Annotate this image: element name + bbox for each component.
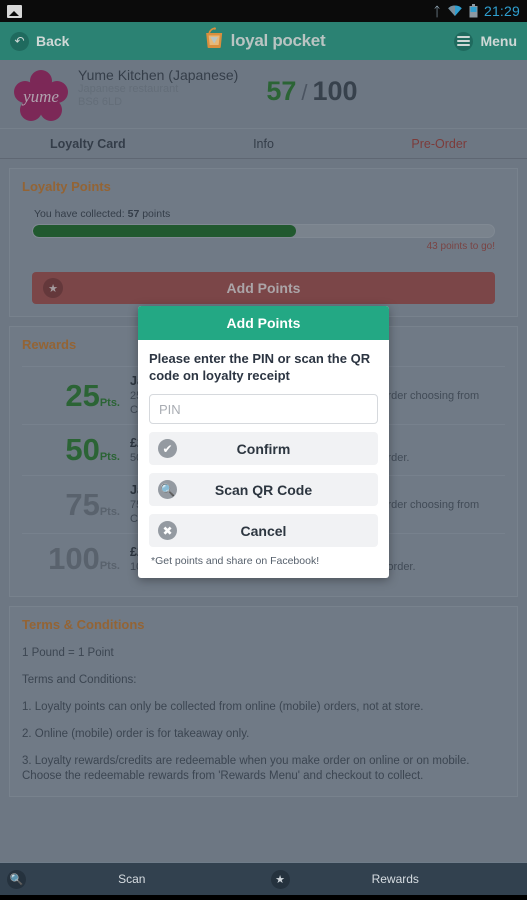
collected-suffix: points xyxy=(139,208,171,220)
points-to-go: 43 points to go! xyxy=(426,241,495,252)
pin-input[interactable] xyxy=(149,394,378,424)
points-max: 100 xyxy=(312,76,358,106)
progress-bar-fill xyxy=(33,225,296,237)
brand-name: loyal pocket xyxy=(230,31,326,50)
reward-points-value: 25 xyxy=(65,377,100,413)
collected-value: 57 xyxy=(127,208,140,220)
terms-title: Terms & Conditions xyxy=(22,617,145,632)
status-clock: 21:29 xyxy=(483,3,520,19)
loyalpocket-logo-icon xyxy=(202,26,226,56)
tabbar-rewards-label: Rewards xyxy=(371,872,419,886)
dialog-message: Please enter the PIN or scan the QR code… xyxy=(149,351,371,383)
hamburger-icon xyxy=(454,31,474,51)
restaurant-category: Japanese restaurant xyxy=(78,83,179,95)
menu-button-label: Menu xyxy=(480,33,517,49)
app-header: ↶ Back loyal pocket Menu xyxy=(0,22,527,60)
collected-prefix: You have collected: xyxy=(34,208,128,220)
bottom-tab-bar: 🔍 Scan ★ Rewards xyxy=(0,862,527,895)
back-button-label: Back xyxy=(36,33,70,49)
status-bar: ᛏ 21:29 xyxy=(0,0,527,22)
reward-points-unit: Pts. xyxy=(99,451,120,463)
reward-points: 25Pts. xyxy=(22,378,130,414)
loyalty-points-card: Loyalty Points You have collected: 57 po… xyxy=(9,168,518,317)
terms-card: Terms & Conditions 1 Pound = 1 Point Ter… xyxy=(9,606,518,797)
cancel-button[interactable]: ✖ Cancel xyxy=(149,514,378,547)
terms-paragraph: 1 Pound = 1 Point xyxy=(22,647,114,659)
tab-loyalty-card[interactable]: Loyalty Card xyxy=(0,129,176,158)
tabbar-scan-label: Scan xyxy=(118,872,146,886)
bluetooth-icon: ᛏ xyxy=(433,3,441,19)
back-button[interactable]: ↶ Back xyxy=(10,31,70,51)
tab-info[interactable]: Info xyxy=(176,129,352,158)
wifi-icon xyxy=(447,5,463,17)
add-points-button-label: Add Points xyxy=(226,280,301,296)
brand-logo: loyal pocket xyxy=(202,26,326,56)
collected-text: You have collected: 57 points xyxy=(34,208,505,220)
cancel-button-label: Cancel xyxy=(240,522,287,539)
tabbar-item-scan[interactable]: 🔍 Scan xyxy=(0,869,264,889)
confirm-button[interactable]: ✔ Confirm xyxy=(149,432,378,465)
reward-points-unit: Pts. xyxy=(99,505,120,518)
tab-bar: Loyalty Card Info Pre-Order xyxy=(0,128,527,159)
app-screen: ᛏ 21:29 ↶ Back loyal pocket Menu yume Yu… xyxy=(0,0,527,900)
reward-points-value: 75 xyxy=(65,486,100,522)
reward-points-unit: Pts. xyxy=(99,396,120,409)
menu-button[interactable]: Menu xyxy=(454,31,517,51)
android-nav-bar xyxy=(0,895,527,900)
add-points-dialog: Add Points Please enter the PIN or scan … xyxy=(138,306,389,578)
dialog-footnote: *Get points and share on Facebook! xyxy=(151,555,320,567)
reward-points: 75Pts. xyxy=(22,487,130,523)
dialog-title: Add Points xyxy=(138,306,389,340)
tabbar-item-rewards[interactable]: ★ Rewards xyxy=(264,869,527,889)
svg-text:yume: yume xyxy=(21,87,59,106)
terms-paragraph: Terms and Conditions: xyxy=(22,674,137,686)
terms-paragraph: 1. Loyalty points can only be collected … xyxy=(22,701,424,713)
loyalty-points-title: Loyalty Points xyxy=(22,179,111,194)
progress-bar xyxy=(32,224,495,238)
reward-points: 50Pts. xyxy=(22,432,130,468)
scan-qr-button[interactable]: 🔍 Scan QR Code xyxy=(149,473,378,506)
reward-points: 100Pts. xyxy=(22,541,130,577)
scan-qr-button-label: Scan QR Code xyxy=(214,481,313,498)
points-separator: / xyxy=(301,80,308,105)
terms-paragraph: 3. Loyalty rewards/credits are redeemabl… xyxy=(22,755,470,782)
reward-points-value: 100 xyxy=(48,541,100,576)
battery-icon xyxy=(469,4,478,18)
points-current: 57 xyxy=(266,76,297,106)
restaurant-name: Yume Kitchen (Japanese) xyxy=(78,67,239,83)
yume-flower-logo: yume xyxy=(14,68,68,122)
image-icon xyxy=(7,4,22,18)
reward-points-value: 50 xyxy=(65,432,100,467)
tab-pre-order[interactable]: Pre-Order xyxy=(351,129,527,158)
points-score: 57 / 100 xyxy=(266,76,357,107)
terms-paragraph: 2. Online (mobile) order is for takeaway… xyxy=(22,728,250,740)
back-arrow-icon: ↶ xyxy=(10,31,29,51)
confirm-button-label: Confirm xyxy=(236,440,291,457)
restaurant-postcode: BS6 6LD xyxy=(78,96,123,108)
add-points-button[interactable]: ★ Add Points xyxy=(32,272,495,304)
reward-points-unit: Pts. xyxy=(99,560,120,572)
restaurant-header: yume Yume Kitchen (Japanese) Japanese re… xyxy=(0,60,527,128)
